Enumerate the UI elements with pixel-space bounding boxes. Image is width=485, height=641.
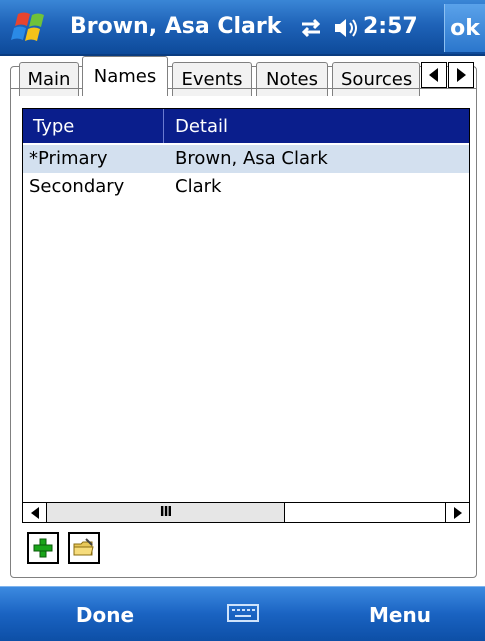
list-header: Type Detail (23, 109, 469, 143)
scroll-right-button[interactable] (445, 503, 469, 522)
names-list[interactable]: Type Detail *Primary Brown, Asa Clark Se… (22, 108, 470, 523)
triangle-left-icon (30, 506, 39, 519)
table-row[interactable]: Secondary Clark (23, 173, 469, 201)
tab-main[interactable]: Main (19, 62, 79, 96)
title-bar: Brown, Asa Clark 2:57 ok (0, 0, 485, 56)
speaker-icon[interactable] (332, 14, 360, 42)
row-detail-cell: Clark (175, 176, 222, 197)
triangle-right-icon (453, 506, 462, 519)
tab-sources[interactable]: Sources (332, 62, 420, 96)
row-type-cell: *Primary (29, 148, 108, 169)
scroll-grip: III (159, 505, 172, 520)
horizontal-scrollbar[interactable]: III (23, 502, 469, 522)
scroll-left-button[interactable] (23, 503, 47, 522)
tab-events[interactable]: Events (172, 62, 252, 96)
keyboard-icon[interactable] (226, 601, 260, 625)
add-button[interactable] (27, 532, 59, 564)
connectivity-arrows-icon[interactable] (298, 16, 324, 40)
triangle-left-icon (429, 68, 438, 82)
tab-scroll-right-button[interactable] (448, 62, 474, 88)
menu-softkey[interactable]: Menu (350, 587, 450, 641)
scroll-thumb[interactable]: III (47, 503, 285, 522)
tab-strip-line-left (10, 88, 82, 89)
soft-key-bar: Done Menu (0, 586, 485, 641)
column-separator[interactable] (163, 109, 164, 143)
row-type-cell: Secondary (29, 176, 125, 197)
tab-scroll-left-button[interactable] (421, 62, 447, 88)
window-title: Brown, Asa Clark (70, 14, 282, 39)
column-header-detail[interactable]: Detail (175, 116, 228, 137)
edit-button[interactable] (68, 532, 100, 564)
done-softkey[interactable]: Done (60, 587, 150, 641)
tab-names[interactable]: Names (82, 56, 168, 96)
ok-button[interactable]: ok (444, 4, 485, 52)
windows-flag-icon[interactable] (8, 10, 54, 46)
tab-strip-line-right (168, 88, 477, 89)
clock[interactable]: 2:57 (363, 14, 418, 39)
row-detail-cell: Brown, Asa Clark (175, 148, 328, 169)
triangle-right-icon (457, 68, 466, 82)
green-plus-icon (33, 538, 53, 558)
column-header-type[interactable]: Type (33, 116, 74, 137)
table-row[interactable]: *Primary Brown, Asa Clark (23, 145, 469, 173)
folder-edit-icon (73, 538, 94, 556)
tab-notes[interactable]: Notes (256, 62, 328, 96)
